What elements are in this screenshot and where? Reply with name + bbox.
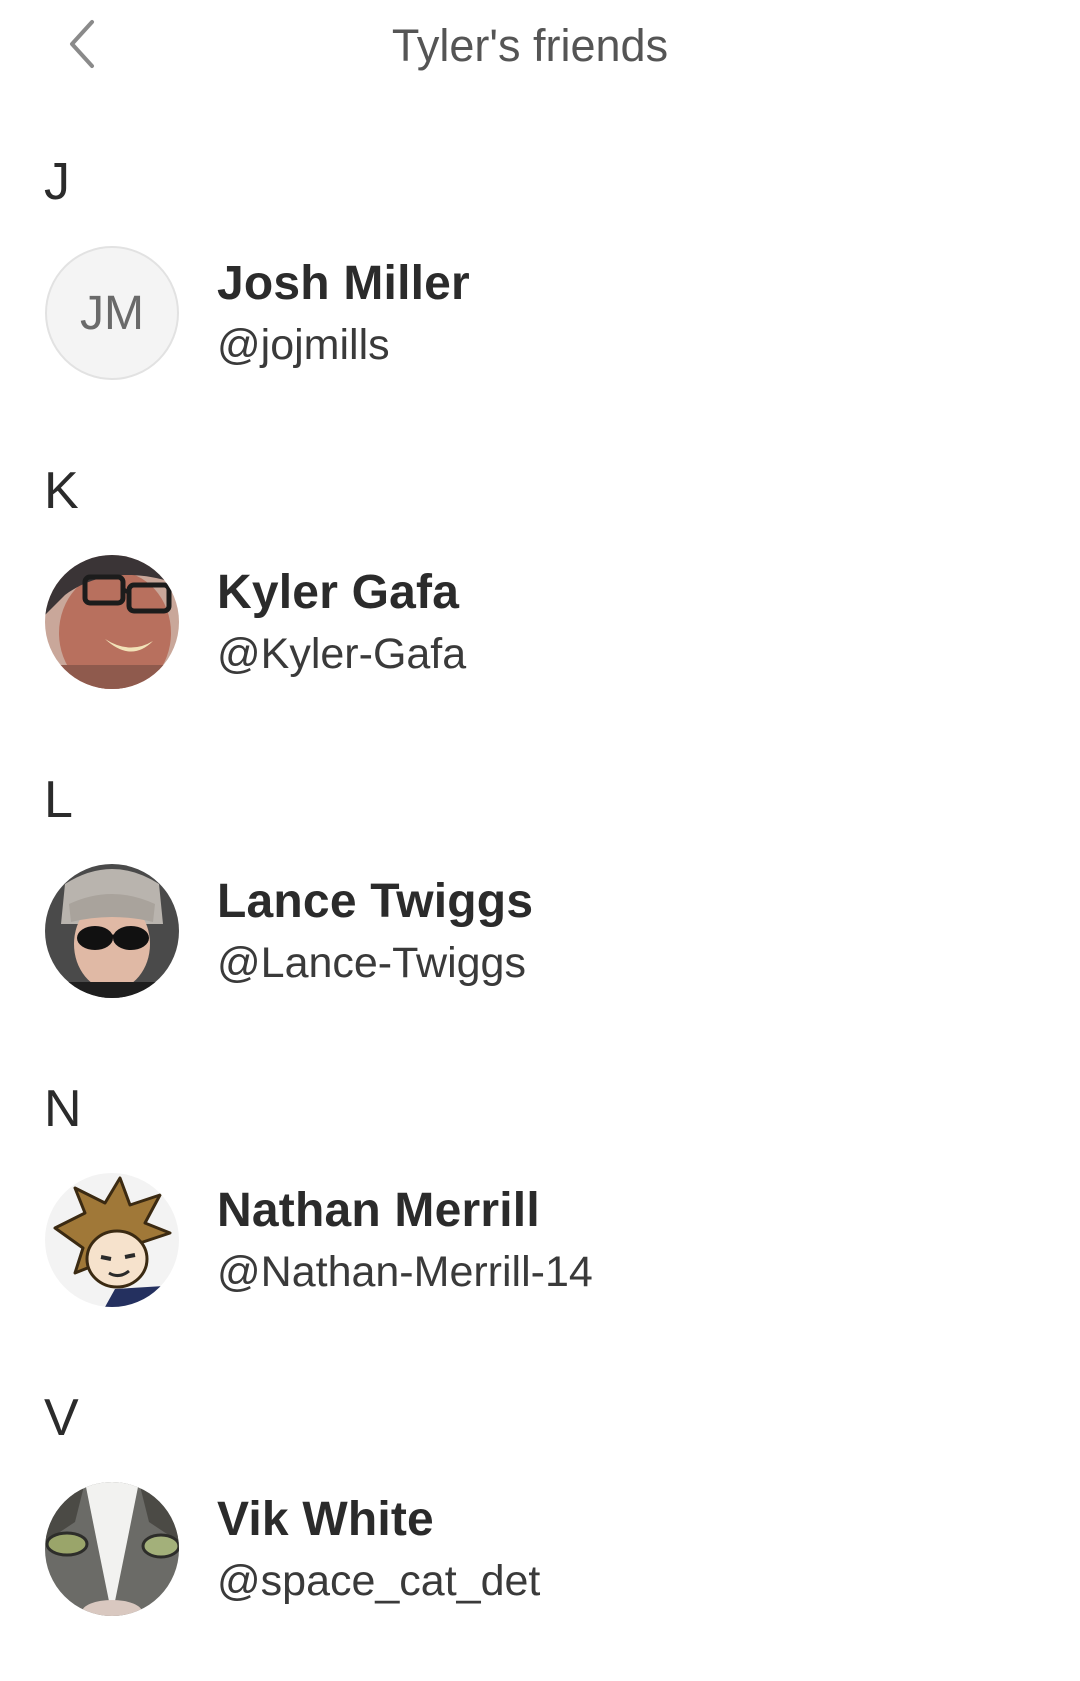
friend-row-kyler-gafa[interactable]: Kyler Gafa @Kyler-Gafa (0, 555, 1080, 691)
section-letter: V (44, 1389, 79, 1447)
friend-row-josh-miller[interactable]: JM Josh Miller @jojmills (0, 246, 1080, 382)
friend-row-vik-white[interactable]: Vik White @space_cat_det (0, 1482, 1080, 1618)
top-bar: Tyler's friends (0, 0, 1080, 96)
friend-handle: @space_cat_det (217, 1557, 541, 1605)
avatar-initials: JM (80, 286, 144, 340)
friends-list: J JM Josh Miller @jojmills K Kyler Gafa … (0, 96, 1080, 1641)
avatar[interactable] (45, 864, 179, 998)
section-letter: K (44, 462, 79, 520)
section-n: N Nathan Merrill @Nathan-Merrill-14 (0, 1023, 1080, 1332)
friend-handle: @jojmills (217, 321, 390, 369)
friend-row-lance-twiggs[interactable]: Lance Twiggs @Lance-Twiggs (0, 864, 1080, 1000)
friend-handle: @Lance-Twiggs (217, 939, 526, 987)
friend-name: Nathan Merrill (217, 1184, 540, 1237)
friend-name: Josh Miller (217, 257, 470, 310)
avatar-illustration-icon (45, 1173, 179, 1307)
avatar[interactable]: JM (45, 246, 179, 380)
friend-handle: @Nathan-Merrill-14 (217, 1248, 593, 1296)
avatar[interactable] (45, 1173, 179, 1307)
friend-handle: @Kyler-Gafa (217, 630, 467, 678)
section-letter: N (44, 1080, 82, 1138)
avatar-photo-icon (45, 864, 179, 998)
section-v: V Vik White @space_cat_det (0, 1332, 1080, 1641)
friend-name: Kyler Gafa (217, 566, 460, 619)
avatar-photo-icon (45, 555, 179, 689)
section-j: J JM Josh Miller @jojmills (0, 96, 1080, 405)
section-k: K Kyler Gafa @Kyler-Gafa (0, 405, 1080, 714)
section-letter: J (44, 153, 70, 211)
section-l: L Lance Twiggs @Lance-Twiggs (0, 714, 1080, 1023)
avatar-photo-icon (45, 1482, 179, 1616)
avatar[interactable] (45, 555, 179, 689)
section-letter: L (44, 771, 73, 829)
friend-name: Vik White (217, 1493, 434, 1546)
friend-name: Lance Twiggs (217, 875, 534, 928)
page-title: Tyler's friends (391, 20, 669, 71)
avatar[interactable] (45, 1482, 179, 1616)
friend-row-nathan-merrill[interactable]: Nathan Merrill @Nathan-Merrill-14 (0, 1173, 1080, 1309)
